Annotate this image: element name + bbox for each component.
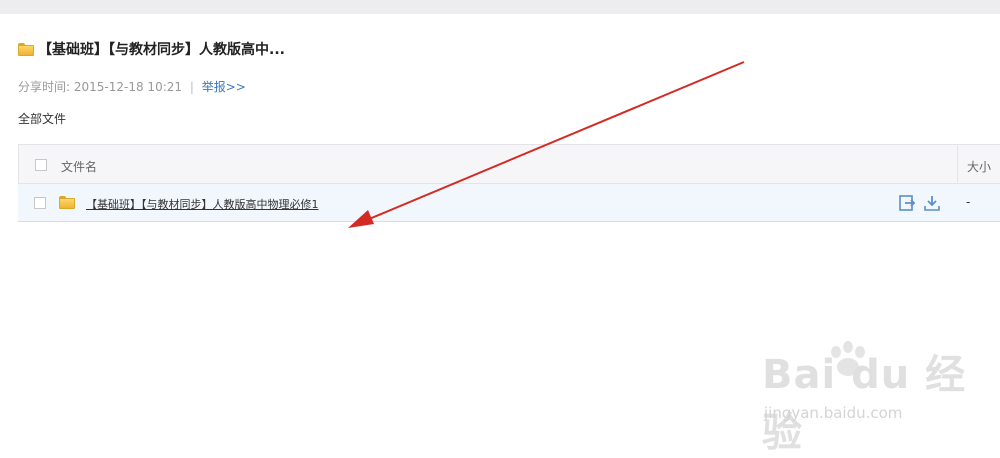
annotation-arrow [348,61,745,228]
